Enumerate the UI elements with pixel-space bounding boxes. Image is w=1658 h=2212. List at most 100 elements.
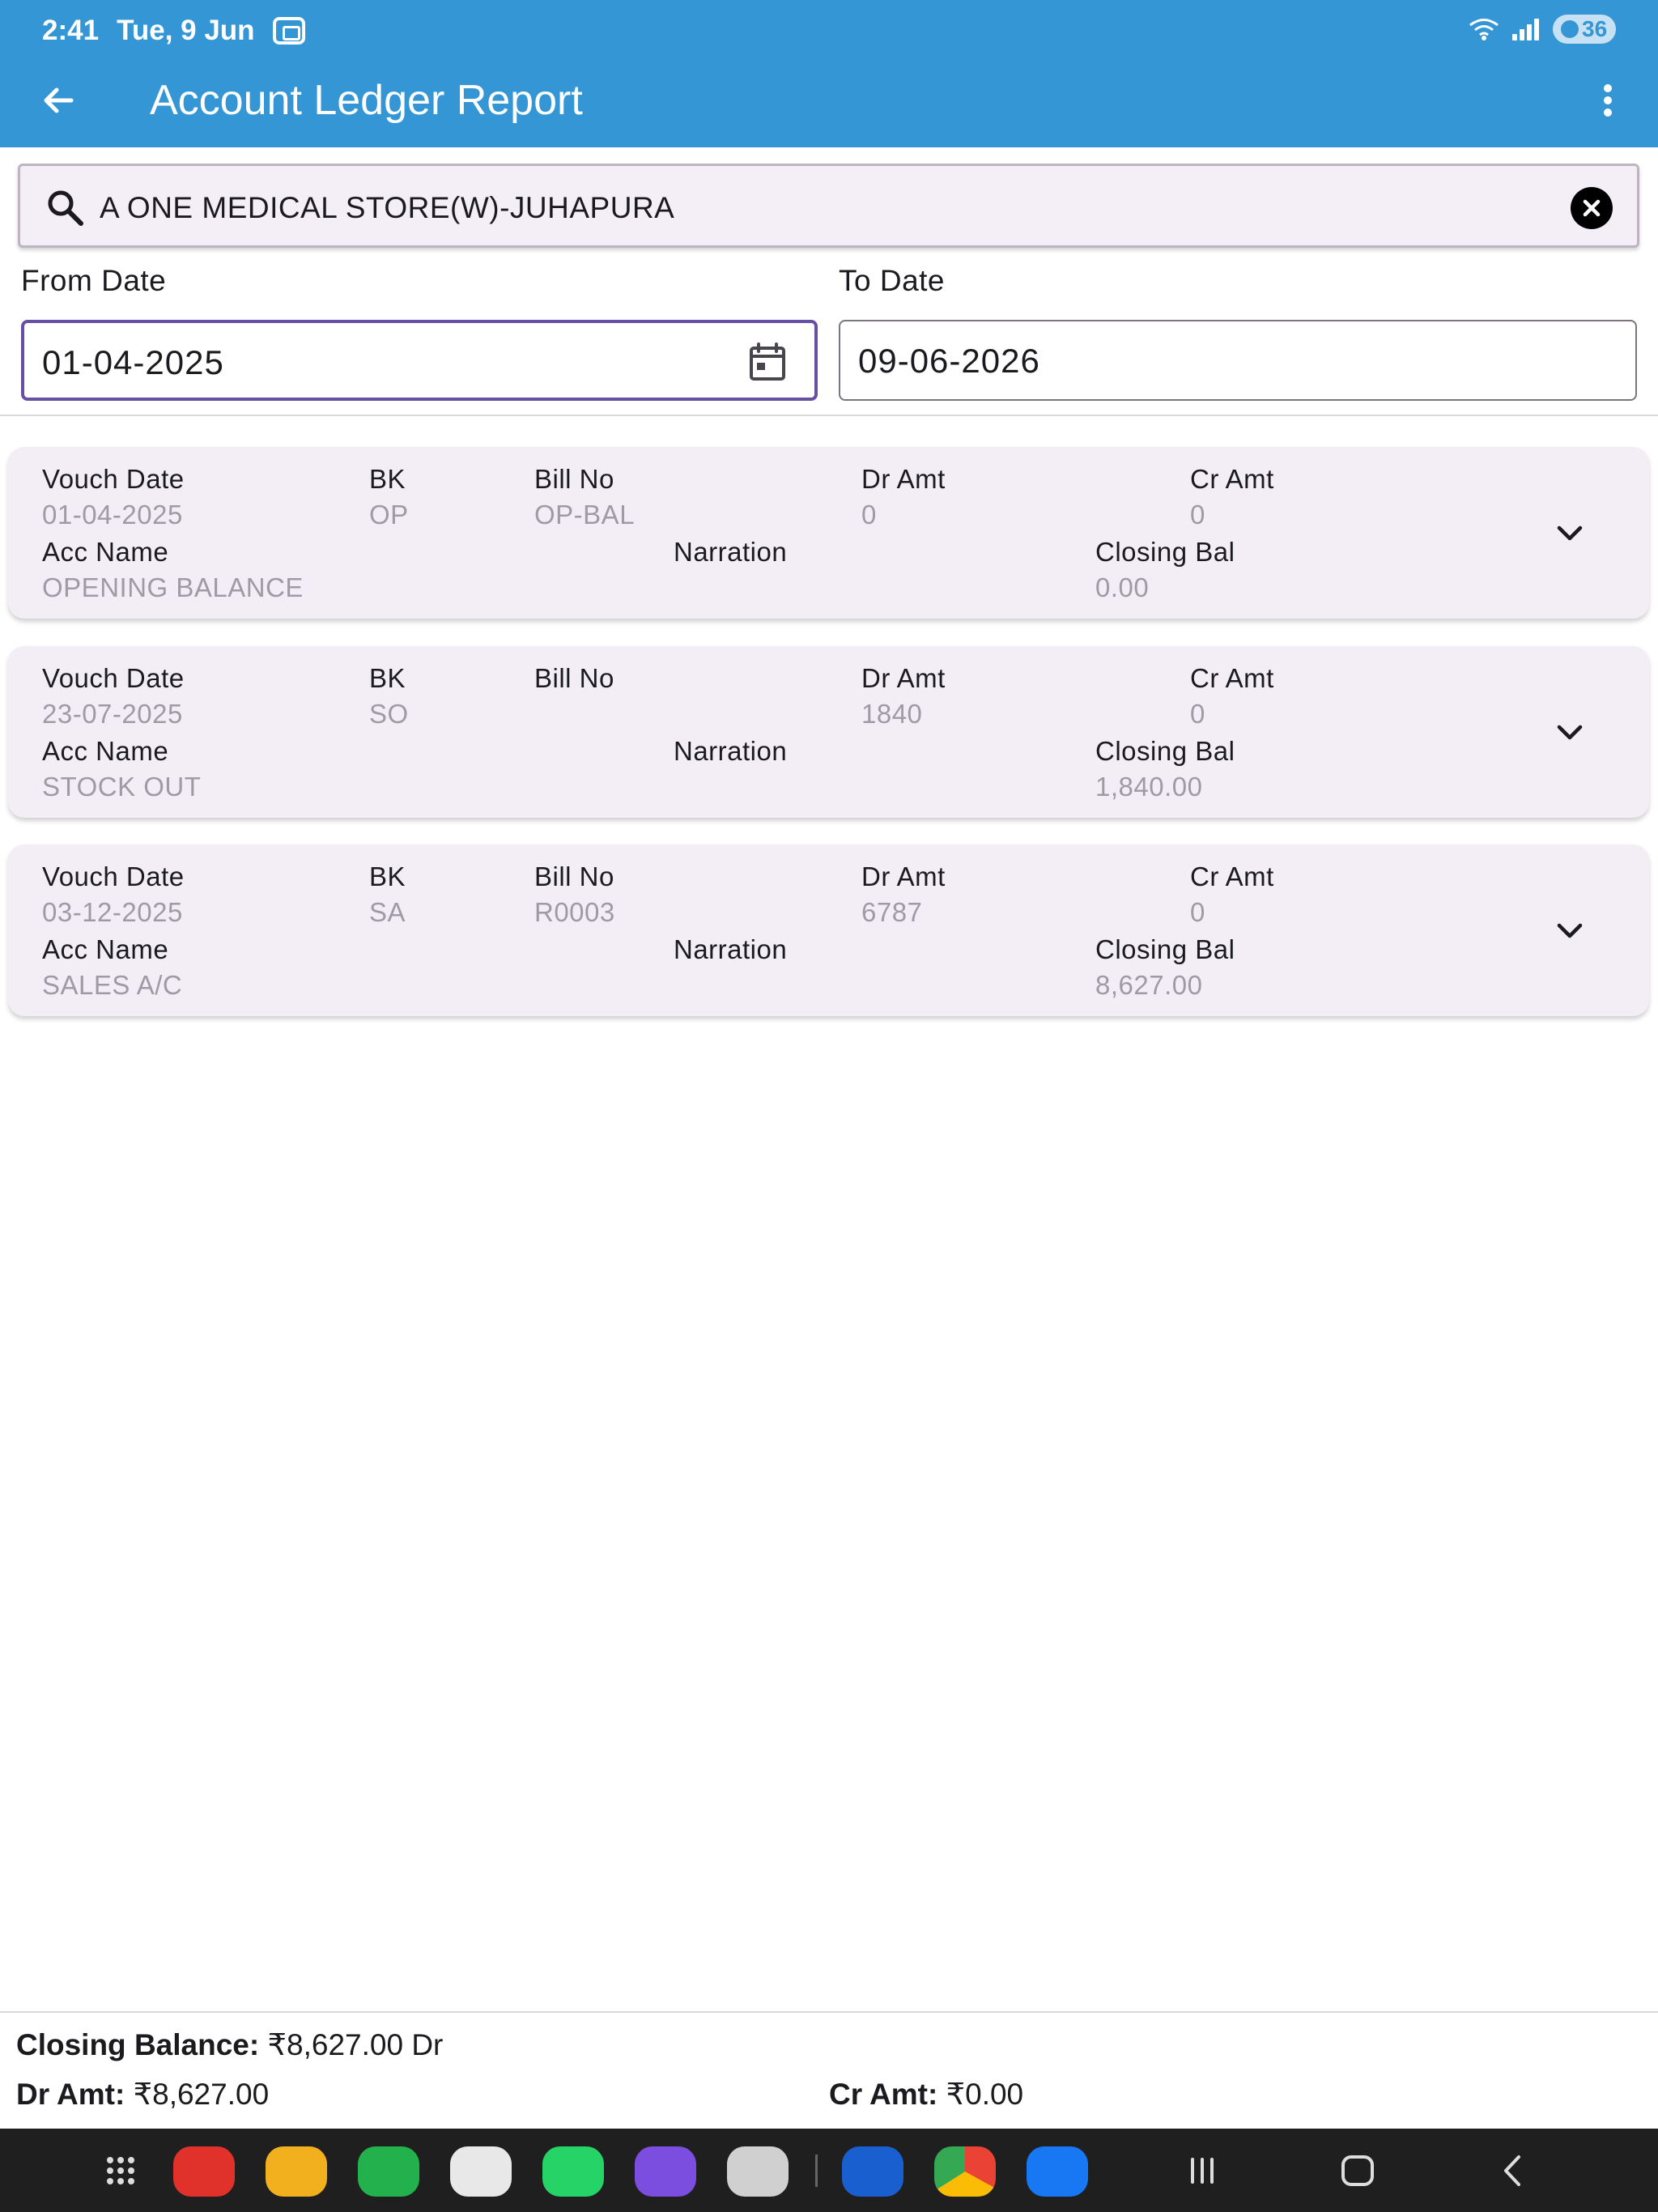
cr-amt-total-label: Cr Amt: — [829, 2078, 938, 2111]
cr-amt-value: 0 — [1190, 897, 1205, 927]
more-vert-icon — [1604, 84, 1612, 117]
home-icon[interactable] — [1329, 2146, 1386, 2195]
vouch-date-value: 01-04-2025 — [42, 500, 183, 530]
from-date-value: 01-04-2025 — [42, 343, 224, 381]
facebook-app-icon[interactable] — [1027, 2146, 1088, 2197]
internet-app-icon[interactable] — [635, 2146, 696, 2197]
dr-amt-summary: Dr Amt: ₹8,627.00 — [16, 2076, 269, 2113]
chevron-down-icon[interactable] — [1547, 908, 1592, 953]
vouch-date-label: Vouch Date — [42, 663, 185, 693]
closing-balance-summary: Closing Balance: ₹8,627.00 Dr — [16, 2027, 443, 2064]
closing-bal-value: 1,840.00 — [1095, 772, 1203, 802]
messages-app-icon[interactable] — [450, 2146, 512, 2197]
acc-name-value: OPENING BALANCE — [42, 572, 304, 602]
battery-indicator: 36 — [1553, 15, 1616, 44]
search-value: A ONE MEDICAL STORE(W)-JUHAPURA — [100, 191, 675, 224]
search-icon — [48, 190, 83, 226]
ledger-entry-card[interactable]: Vouch Date BK Bill No Dr Amt Cr Amt 01-0… — [8, 447, 1649, 619]
bill-no-label: Bill No — [534, 861, 614, 891]
dr-amt-value: 0 — [861, 500, 877, 530]
vouch-date-label: Vouch Date — [42, 861, 185, 891]
notes-app-icon[interactable] — [173, 2146, 235, 2197]
screen-record-icon — [272, 17, 305, 45]
close-icon — [1583, 199, 1601, 217]
calendar-icon[interactable] — [746, 341, 789, 383]
cr-amt-value: 0 — [1190, 500, 1205, 530]
app-store-icon[interactable] — [842, 2146, 903, 2197]
signal-icon — [1511, 18, 1541, 40]
divider — [0, 415, 1658, 416]
dr-amt-value: 1840 — [861, 699, 923, 729]
bk-value: SO — [369, 699, 409, 729]
bill-no-label: Bill No — [534, 464, 614, 494]
closing-bal-label: Closing Bal — [1095, 934, 1235, 964]
battery-level: 36 — [1582, 16, 1608, 41]
to-date-label: To Date — [839, 264, 946, 297]
bill-no-value: R0003 — [534, 897, 615, 927]
closing-balance-value: ₹8,627.00 Dr — [267, 2028, 444, 2061]
closing-bal-value: 8,627.00 — [1095, 970, 1203, 1000]
to-date-value: 09-06-2026 — [858, 342, 1040, 380]
camera-app-icon[interactable] — [727, 2146, 789, 2197]
account-search-field[interactable]: A ONE MEDICAL STORE(W)-JUHAPURA — [18, 164, 1639, 248]
ledger-entry-card[interactable]: Vouch Date BK Bill No Dr Amt Cr Amt 23-0… — [8, 646, 1649, 818]
cr-amt-label: Cr Amt — [1190, 663, 1274, 693]
vouch-date-value: 03-12-2025 — [42, 897, 183, 927]
top-bar: 2:41 Tue, 9 Jun 36 Account Ledger Report — [0, 0, 1658, 147]
divider — [0, 2011, 1658, 2013]
from-date-label: From Date — [21, 264, 167, 297]
wifi-icon — [1469, 19, 1499, 40]
narration-label: Narration — [674, 736, 788, 766]
vouch-date-value: 23-07-2025 — [42, 699, 183, 729]
closing-bal-label: Closing Bal — [1095, 736, 1235, 766]
recent-apps-icon[interactable] — [1174, 2146, 1231, 2195]
dock-separator — [815, 2155, 818, 2187]
back-nav-icon[interactable] — [1485, 2146, 1541, 2195]
files-app-icon[interactable] — [266, 2146, 327, 2197]
whatsapp-app-icon[interactable] — [542, 2146, 604, 2197]
bk-label: BK — [369, 464, 406, 494]
chevron-down-icon[interactable] — [1547, 510, 1592, 555]
dr-amt-label: Dr Amt — [861, 663, 946, 693]
page-title: Account Ledger Report — [150, 77, 583, 124]
narration-label: Narration — [674, 934, 788, 964]
battery-saver-icon — [1561, 20, 1579, 38]
dr-amt-total-value: ₹8,627.00 — [133, 2078, 270, 2111]
acc-name-label: Acc Name — [42, 537, 169, 567]
phone-app-icon[interactable] — [358, 2146, 419, 2197]
ledger-entry-card[interactable]: Vouch Date BK Bill No Dr Amt Cr Amt 03-1… — [8, 844, 1649, 1016]
system-navigation-bar — [0, 2129, 1658, 2212]
bk-value: SA — [369, 897, 406, 927]
cr-amt-label: Cr Amt — [1190, 861, 1274, 891]
bill-no-label: Bill No — [534, 663, 614, 693]
back-button[interactable] — [32, 74, 84, 126]
acc-name-label: Acc Name — [42, 934, 169, 964]
clear-search-button[interactable] — [1571, 187, 1613, 229]
bk-label: BK — [369, 861, 406, 891]
dr-amt-total-label: Dr Amt: — [16, 2078, 125, 2111]
cr-amt-value: 0 — [1190, 699, 1205, 729]
chevron-down-icon[interactable] — [1547, 709, 1592, 755]
narration-label: Narration — [674, 537, 788, 567]
status-time: 2:41 — [42, 15, 100, 46]
arrow-left-icon — [44, 87, 74, 113]
chrome-app-icon[interactable] — [934, 2146, 996, 2197]
closing-bal-label: Closing Bal — [1095, 537, 1235, 567]
vouch-date-label: Vouch Date — [42, 464, 185, 494]
apps-grid-icon[interactable] — [92, 2146, 149, 2195]
to-date-field[interactable]: 09-06-2026 — [839, 320, 1637, 401]
bill-no-value: OP-BAL — [534, 500, 636, 530]
cr-amt-label: Cr Amt — [1190, 464, 1274, 494]
from-date-field[interactable]: 01-04-2025 — [21, 320, 818, 401]
status-bar: 2:41 Tue, 9 Jun — [42, 13, 305, 49]
dr-amt-label: Dr Amt — [861, 464, 946, 494]
cr-amt-total-value: ₹0.00 — [946, 2078, 1024, 2111]
status-date: Tue, 9 Jun — [117, 15, 255, 46]
dr-amt-label: Dr Amt — [861, 861, 946, 891]
cr-amt-summary: Cr Amt: ₹0.00 — [829, 2076, 1023, 2113]
status-icons: 36 — [1469, 15, 1616, 44]
more-options-button[interactable] — [1582, 74, 1634, 126]
acc-name-value: SALES A/C — [42, 970, 183, 1000]
closing-balance-label: Closing Balance: — [16, 2028, 260, 2061]
dr-amt-value: 6787 — [861, 897, 923, 927]
